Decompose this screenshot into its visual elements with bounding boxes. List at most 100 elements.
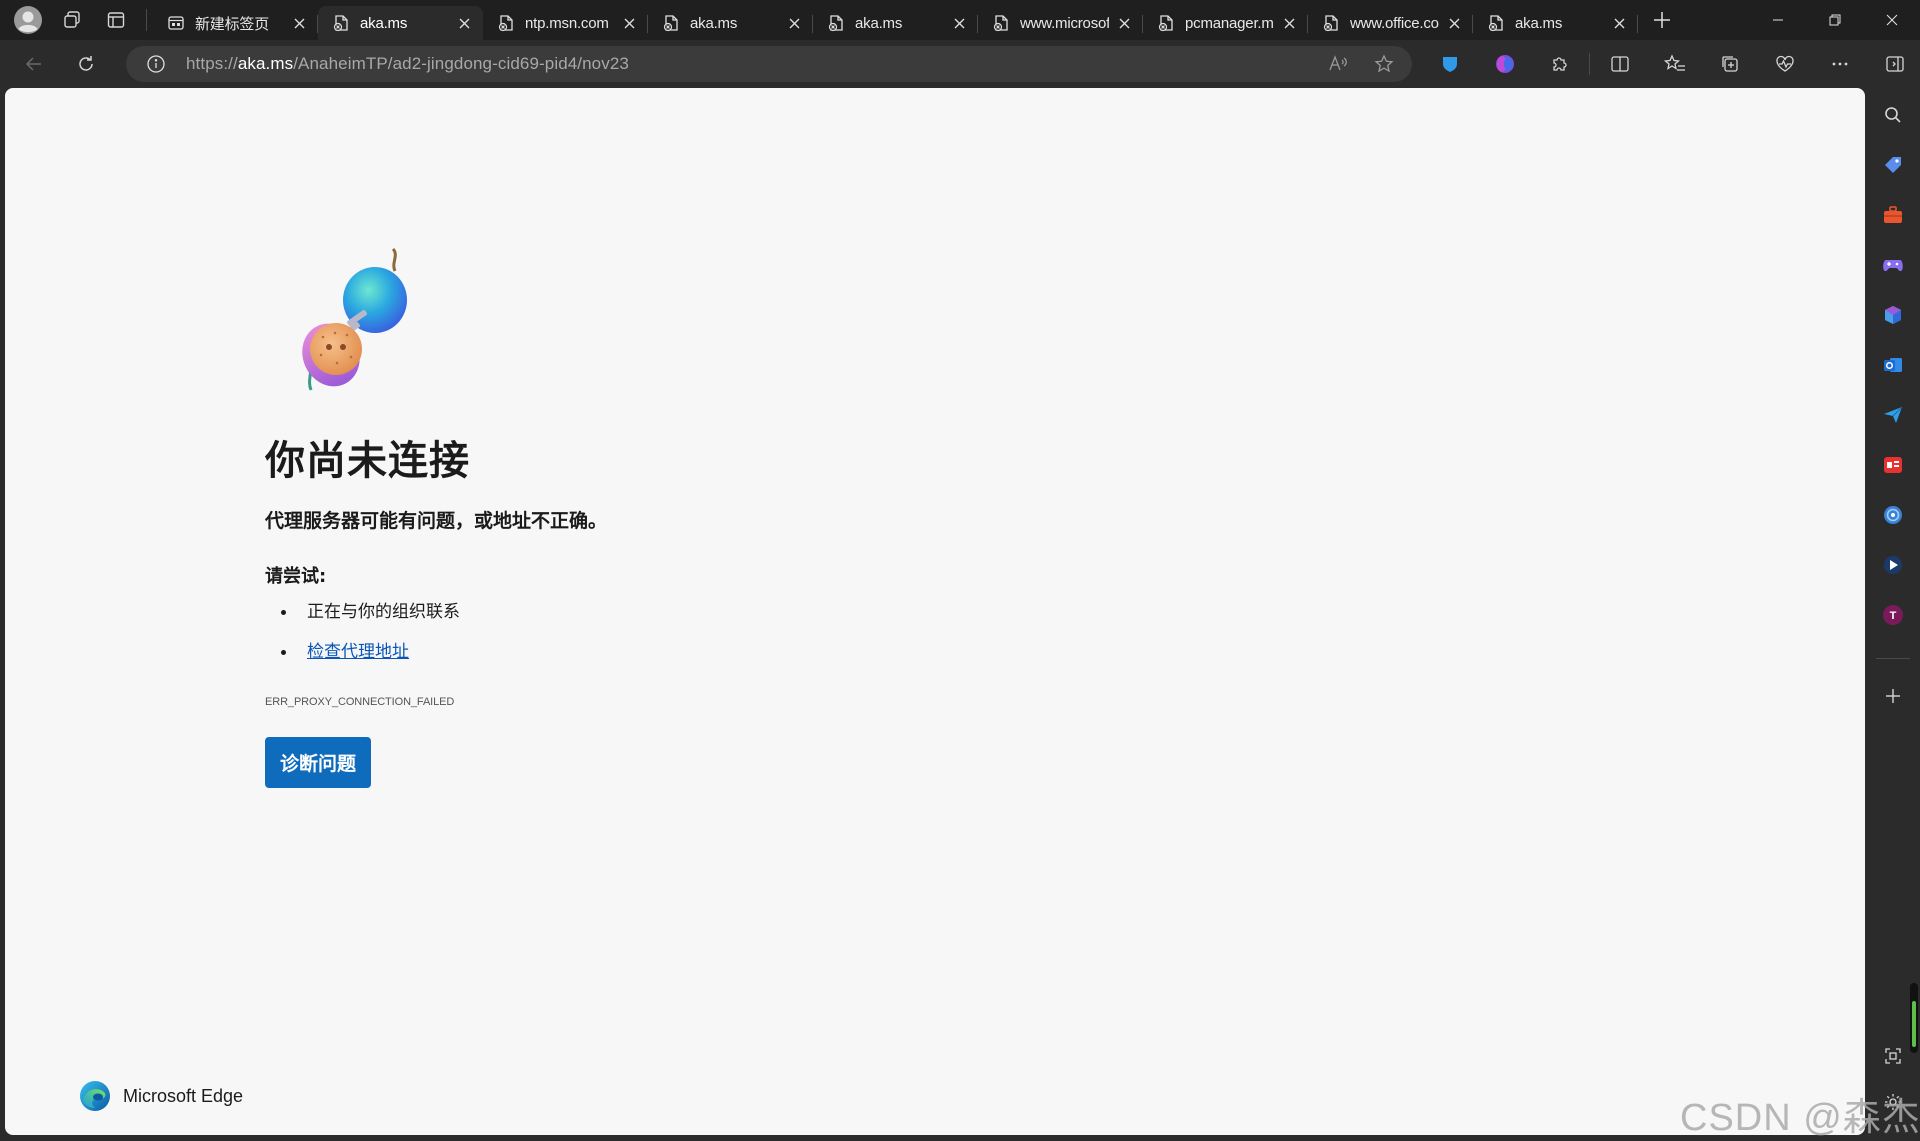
browser-essentials-button[interactable] xyxy=(1757,40,1812,88)
tab-close-button[interactable] xyxy=(1610,14,1628,32)
sidebar-add-button[interactable] xyxy=(1873,676,1913,716)
minimize-button[interactable] xyxy=(1749,0,1806,40)
error-code: ERR_PROXY_CONNECTION_FAILED xyxy=(265,696,455,708)
tab-list: 新建标签页 aka.ms ntp.msn.com aka.ms aka.ms www.mi… xyxy=(153,0,1638,40)
url-prefix: https:// xyxy=(186,54,238,73)
tab-5[interactable]: aka.ms xyxy=(813,6,978,40)
unplugged-connector-icon xyxy=(302,247,407,391)
broken-page-icon xyxy=(993,15,1008,32)
tab-8[interactable]: www.office.com xyxy=(1308,6,1473,40)
tab-2[interactable]: aka.ms xyxy=(318,6,483,40)
vertical-tabs-button[interactable] xyxy=(98,4,134,36)
tab-close-button[interactable] xyxy=(1445,14,1463,32)
navigation-toolbar: https://aka.ms/AnaheimTP/ad2-jingdong-ci… xyxy=(0,40,1920,88)
collections-button[interactable] xyxy=(1702,40,1757,88)
split-screen-button[interactable] xyxy=(1592,40,1647,88)
tab-4[interactable]: aka.ms xyxy=(648,6,813,40)
address-bar[interactable]: https://aka.ms/AnaheimTP/ad2-jingdong-ci… xyxy=(126,46,1412,82)
url-path: /AnaheimTP/ad2-jingdong-cid69-pid4/nov23 xyxy=(293,54,629,73)
site-info-button[interactable] xyxy=(136,46,176,82)
tab-title: 新建标签页 xyxy=(195,15,270,33)
tab-close-button[interactable] xyxy=(950,14,968,32)
restore-icon xyxy=(1829,14,1840,26)
copilot-extension-button[interactable] xyxy=(1477,40,1532,88)
tab-title: pcmanager.microsoft xyxy=(1185,14,1274,32)
close-icon xyxy=(789,18,799,28)
tab-title: aka.ms xyxy=(360,14,408,32)
new-tab-button[interactable] xyxy=(1642,3,1682,37)
tab-title: aka.ms xyxy=(1515,14,1563,32)
settings-more-button[interactable] xyxy=(1812,40,1867,88)
sidebar-item-copilot[interactable] xyxy=(1873,495,1913,535)
copilot-icon xyxy=(1884,506,1902,524)
sidebar-item-tools[interactable] xyxy=(1873,195,1913,235)
minimize-icon xyxy=(1772,19,1783,21)
plus-icon xyxy=(1886,689,1900,703)
tab-9[interactable]: aka.ms xyxy=(1473,6,1638,40)
sidebar-item-shopping[interactable] xyxy=(1873,145,1913,185)
edge-sidebar: T xyxy=(1866,88,1920,1140)
close-icon xyxy=(1284,18,1294,28)
tab-close-button[interactable] xyxy=(785,14,803,32)
favorites-button[interactable] xyxy=(1647,40,1702,88)
arrow-left-icon xyxy=(25,57,41,71)
svg-text:T: T xyxy=(1890,610,1897,622)
tab-6[interactable]: www.microsoft xyxy=(978,6,1143,40)
favorite-star-button[interactable] xyxy=(1364,46,1404,82)
star-icon xyxy=(1374,54,1394,73)
sidebar-item-search[interactable] xyxy=(1873,95,1913,135)
refresh-button[interactable] xyxy=(66,46,106,82)
tab-close-button[interactable] xyxy=(1115,14,1133,32)
profile-button[interactable] xyxy=(10,4,46,36)
tab-1[interactable]: 新建标签页 xyxy=(153,6,318,40)
edge-browser-window: 新建标签页 aka.ms ntp.msn.com aka.ms aka.ms www.mi… xyxy=(0,0,1920,1140)
close-window-button[interactable] xyxy=(1863,0,1920,40)
broken-page-icon xyxy=(1488,15,1503,32)
sidebar-item-games[interactable] xyxy=(1873,245,1913,285)
try-heading: 请尝试: xyxy=(265,566,327,587)
workspaces-button[interactable] xyxy=(54,4,90,36)
tab-close-button[interactable] xyxy=(455,14,473,32)
extension-button[interactable] xyxy=(1422,40,1477,88)
sidebar-item-toutiao[interactable] xyxy=(1873,445,1913,485)
back-button[interactable] xyxy=(14,46,54,82)
sidebar-toggle-button[interactable] xyxy=(1867,40,1920,88)
play-media-icon xyxy=(1884,556,1902,574)
profile-t-icon: T xyxy=(1883,605,1903,625)
toutiao-icon xyxy=(1884,457,1902,473)
toolbar-divider xyxy=(1589,53,1590,75)
edge-logo-icon xyxy=(80,1081,110,1111)
tab-close-button[interactable] xyxy=(1280,14,1298,32)
sidebar-item-profile-t[interactable]: T xyxy=(1873,595,1913,635)
new-tab-page-icon xyxy=(168,16,184,30)
sidebar-panel-icon xyxy=(1885,56,1904,72)
url-host: aka.ms xyxy=(237,54,294,73)
plus-icon xyxy=(1654,12,1670,28)
restore-button[interactable] xyxy=(1806,0,1863,40)
extensions-button[interactable] xyxy=(1532,40,1587,88)
sidebar-screenshot-button[interactable] xyxy=(1873,1036,1913,1076)
url-text[interactable]: https://aka.ms/AnaheimTP/ad2-jingdong-ci… xyxy=(186,54,629,74)
check-proxy-link[interactable]: 检查代理地址 xyxy=(307,642,409,662)
paper-plane-icon xyxy=(1884,406,1903,423)
tab-7[interactable]: pcmanager.microsoft xyxy=(1143,6,1308,40)
tab-strip-divider xyxy=(146,9,147,31)
sidebar-item-outlook[interactable] xyxy=(1873,345,1913,385)
sidebar-item-media[interactable] xyxy=(1873,545,1913,585)
tab-close-button[interactable] xyxy=(290,14,308,32)
screenshot-icon xyxy=(1885,1048,1901,1064)
sidebar-divider xyxy=(1876,658,1910,659)
error-title: 你尚未连接 xyxy=(265,438,470,484)
tab-3[interactable]: ntp.msn.com xyxy=(483,6,648,40)
close-icon xyxy=(1614,18,1624,28)
close-icon xyxy=(1449,18,1459,28)
sidebar-item-send[interactable] xyxy=(1873,395,1913,435)
close-icon xyxy=(459,18,469,28)
sidebar-item-microsoft-365[interactable] xyxy=(1873,295,1913,335)
suggestion-text: 正在与你的组织联系 xyxy=(307,602,460,622)
read-aloud-button[interactable] xyxy=(1318,46,1358,82)
broken-page-icon xyxy=(1158,15,1173,32)
tab-close-button[interactable] xyxy=(620,14,638,32)
broken-page-icon xyxy=(333,15,348,32)
diagnose-button[interactable]: 诊断问题 xyxy=(265,737,371,788)
